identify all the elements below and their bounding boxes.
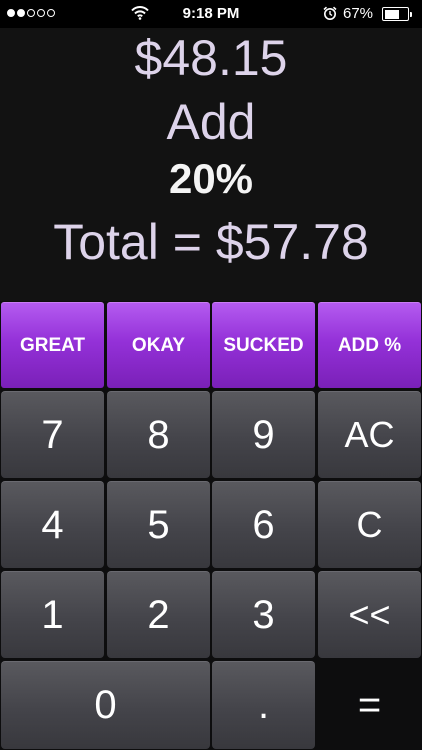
great-button[interactable]: GREAT (1, 302, 104, 388)
key-7[interactable]: 7 (1, 391, 104, 478)
clear-button[interactable]: C (318, 481, 421, 568)
battery-level (384, 9, 399, 19)
equals-button[interactable]: = (318, 661, 421, 749)
add-percent-button[interactable]: ADD % (318, 302, 421, 388)
key-5[interactable]: 5 (107, 481, 210, 568)
battery-tip (409, 11, 412, 17)
all-clear-button[interactable]: AC (318, 391, 421, 478)
battery-percent: 67% (343, 5, 374, 22)
calculator-display: $48.15 Add 20% Total = $57.78 (0, 28, 422, 301)
decimal-point-button[interactable]: . (212, 661, 315, 749)
key-1[interactable]: 1 (1, 571, 104, 658)
battery-icon (382, 7, 412, 21)
key-0[interactable]: 0 (1, 661, 210, 749)
tip-percent: 20% (168, 155, 254, 202)
alarm-clock-icon (323, 6, 337, 20)
okay-button[interactable]: OKAY (107, 302, 210, 388)
total-amount: Total = $57.78 (53, 214, 369, 270)
key-4[interactable]: 4 (1, 481, 104, 568)
key-9[interactable]: 9 (212, 391, 315, 478)
backspace-button[interactable]: << (318, 571, 421, 658)
operation-label: Add (166, 94, 256, 150)
bill-amount: $48.15 (134, 30, 288, 86)
key-6[interactable]: 6 (212, 481, 315, 568)
status-bar: 9:18 PM 67% (0, 0, 422, 28)
key-8[interactable]: 8 (107, 391, 210, 478)
keypad: GREAT OKAY SUCKED ADD % 7 8 9 AC 4 5 6 C… (0, 301, 422, 750)
key-2[interactable]: 2 (107, 571, 210, 658)
key-3[interactable]: 3 (212, 571, 315, 658)
sucked-button[interactable]: SUCKED (212, 302, 315, 388)
